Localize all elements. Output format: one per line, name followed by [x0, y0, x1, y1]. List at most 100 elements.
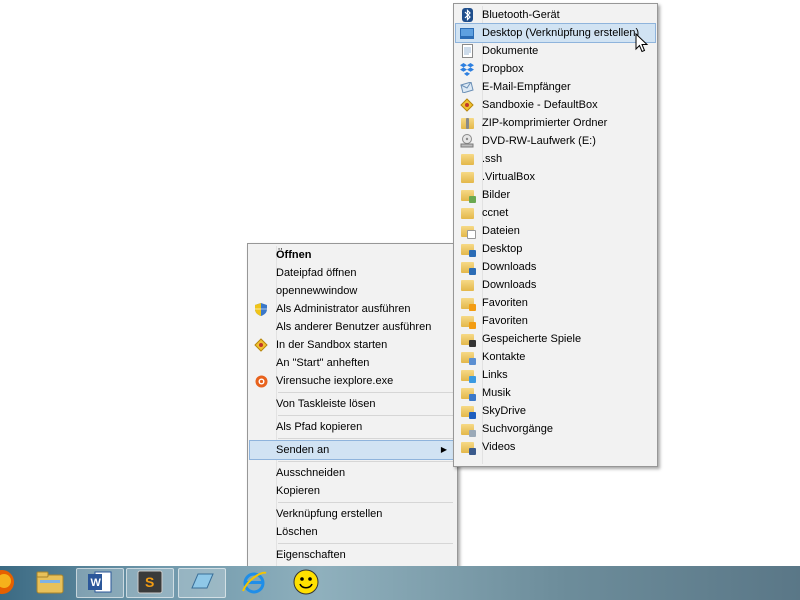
sandboxie-icon: [459, 97, 475, 113]
sendto-virtualbox[interactable]: .VirtualBox: [456, 168, 655, 186]
contacts-folder-icon: [459, 349, 476, 365]
folder-icon: [459, 205, 475, 221]
menu-item-copy[interactable]: Kopieren: [250, 482, 455, 500]
word-icon: W: [87, 570, 113, 597]
menu-item-virus-scan[interactable]: Virensuche iexplore.exe: [250, 372, 455, 390]
taskbar-window-button[interactable]: [178, 568, 226, 598]
saved-games-folder-icon: [459, 331, 476, 347]
taskbar-firefox-button[interactable]: [0, 568, 26, 598]
sendto-sandboxie[interactable]: Sandboxie - DefaultBox: [456, 96, 655, 114]
menu-item-label: Löschen: [276, 526, 318, 538]
taskbar-smiley-button[interactable]: [282, 568, 330, 598]
sendto-bluetooth[interactable]: Bluetooth-Gerät: [456, 6, 655, 24]
menu-item-label: Suchvorgänge: [482, 423, 553, 435]
menu-item-label: Downloads: [482, 279, 537, 291]
sendto-ssh[interactable]: .ssh: [456, 150, 655, 168]
searches-folder-icon: [459, 421, 476, 437]
sendto-ccnet[interactable]: ccnet: [456, 204, 655, 222]
music-folder-icon: [459, 385, 476, 401]
menu-item-delete[interactable]: Löschen: [250, 523, 455, 541]
menu-item-label: Eigenschaften: [276, 549, 346, 561]
svg-text:W: W: [91, 577, 102, 589]
submenu-arrow-icon: ▶: [440, 445, 447, 454]
menu-item-copy-as-path[interactable]: Als Pfad kopieren: [250, 418, 455, 436]
sendto-desktop-shortcut[interactable]: Desktop (Verknüpfung erstellen): [455, 23, 656, 43]
favorites-folder-icon: [459, 313, 476, 329]
menu-item-send-to[interactable]: Senden an ▶: [249, 440, 456, 460]
desktop-folder-icon: [459, 241, 476, 257]
menu-item-run-as-other-user[interactable]: Als anderer Benutzer ausführen: [250, 318, 455, 336]
window-icon: [188, 570, 216, 597]
menu-item-label: Musik: [482, 387, 511, 399]
menu-separator: [278, 392, 453, 393]
desktop-icon: [459, 25, 475, 41]
menu-item-label: Videos: [482, 441, 516, 453]
taskbar-explorer-button[interactable]: [26, 568, 74, 598]
bluetooth-icon: [459, 7, 475, 23]
menu-item-run-in-sandbox[interactable]: In der Sandbox starten: [250, 336, 455, 354]
links-folder-icon: [459, 367, 476, 383]
menu-item-properties[interactable]: Eigenschaften: [250, 546, 455, 564]
sendto-mail-recipient[interactable]: E-Mail-Empfänger: [456, 78, 655, 96]
pictures-folder-icon: [459, 187, 476, 203]
documents-folder-icon: [459, 223, 476, 239]
taskbar-word-button[interactable]: W: [76, 568, 124, 598]
menu-item-label: Öffnen: [276, 249, 312, 261]
sendto-skydrive[interactable]: SkyDrive: [456, 402, 655, 420]
menu-item-label: .VirtualBox: [482, 171, 535, 183]
menu-separator: [278, 543, 453, 544]
menu-item-label: Ausschneiden: [276, 467, 346, 479]
menu-item-label: Desktop (Verknüpfung erstellen): [482, 27, 640, 39]
menu-item-open[interactable]: Öffnen: [250, 246, 455, 264]
menu-item-open-file-path[interactable]: Dateipfad öffnen: [250, 264, 455, 282]
menu-item-create-shortcut[interactable]: Verknüpfung erstellen: [250, 505, 455, 523]
sendto-videos[interactable]: Videos: [456, 438, 655, 456]
sendto-favorites-2[interactable]: Favoriten: [456, 312, 655, 330]
sendto-dropbox[interactable]: Dropbox: [456, 60, 655, 78]
context-menu: Öffnen Dateipfad öffnen opennewwindow Al…: [247, 243, 458, 576]
menu-separator: [278, 415, 453, 416]
menu-separator: [278, 461, 453, 462]
sendto-documents[interactable]: Dokumente: [456, 42, 655, 60]
menu-item-opennewwindow[interactable]: opennewwindow: [250, 282, 455, 300]
sendto-files[interactable]: Dateien: [456, 222, 655, 240]
sendto-downloads-2[interactable]: Downloads: [456, 276, 655, 294]
menu-item-label: Kontakte: [482, 351, 526, 363]
sendto-saved-games[interactable]: Gespeicherte Spiele: [456, 330, 655, 348]
sendto-contacts[interactable]: Kontakte: [456, 348, 655, 366]
menu-separator: [278, 502, 453, 503]
menu-item-run-as-admin[interactable]: Als Administrator ausführen: [250, 300, 455, 318]
menu-item-label: Dokumente: [482, 45, 539, 57]
sendto-pictures[interactable]: Bilder: [456, 186, 655, 204]
taskbar-internet-explorer-button[interactable]: [230, 568, 278, 598]
menu-item-label: Verknüpfung erstellen: [276, 508, 383, 520]
menu-item-label: Desktop: [482, 243, 523, 255]
menu-item-label: ccnet: [482, 207, 509, 219]
menu-item-label: Von Taskleiste lösen: [276, 398, 376, 410]
smiley-icon: [293, 569, 319, 598]
menu-item-label: Dropbox: [482, 63, 524, 75]
menu-item-pin-to-start[interactable]: An "Start" anheften: [250, 354, 455, 372]
menu-item-label: In der Sandbox starten: [276, 339, 388, 351]
menu-item-unpin-taskbar[interactable]: Von Taskleiste lösen: [250, 395, 455, 413]
sendto-music[interactable]: Musik: [456, 384, 655, 402]
skydrive-folder-icon: [459, 403, 476, 419]
sendto-searches[interactable]: Suchvorgänge: [456, 420, 655, 438]
sendto-zip-folder[interactable]: ZIP-komprimierter Ordner: [456, 114, 655, 132]
menu-item-cut[interactable]: Ausschneiden: [250, 464, 455, 482]
taskbar-sublime-button[interactable]: S: [126, 568, 174, 598]
sendto-links[interactable]: Links: [456, 366, 655, 384]
sendto-downloads-1[interactable]: Downloads: [456, 258, 655, 276]
menu-item-label: opennewwindow: [276, 285, 358, 297]
menu-item-label: Senden an: [276, 444, 330, 456]
menu-item-label: DVD-RW-Laufwerk (E:): [482, 135, 596, 147]
menu-item-label: Als anderer Benutzer ausführen: [276, 321, 432, 333]
sendto-dvd-drive[interactable]: DVD-RW-Laufwerk (E:): [456, 132, 655, 150]
sendto-favorites-1[interactable]: Favoriten: [456, 294, 655, 312]
folder-icon: [459, 277, 475, 293]
sendto-desktop[interactable]: Desktop: [456, 240, 655, 258]
menu-item-label: Dateien: [482, 225, 520, 237]
menu-item-label: Dateipfad öffnen: [276, 267, 357, 279]
firefox-icon: [0, 569, 15, 598]
document-icon: [459, 43, 475, 59]
